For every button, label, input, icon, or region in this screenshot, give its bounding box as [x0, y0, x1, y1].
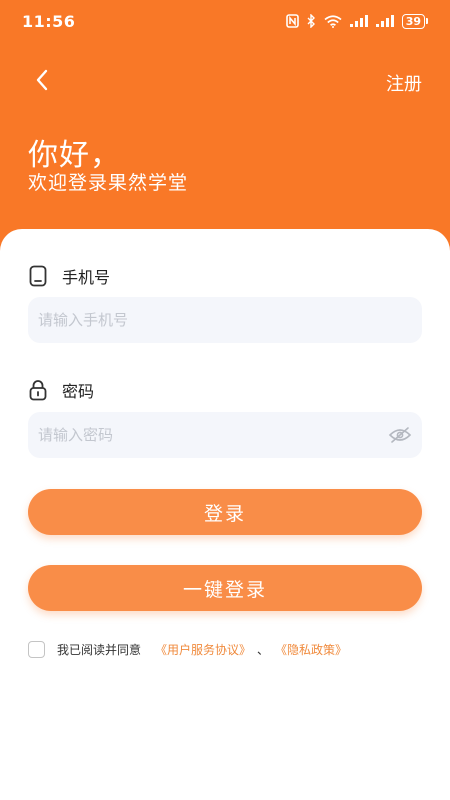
battery-icon: 39	[401, 13, 428, 29]
phone-input[interactable]	[28, 296, 360, 344]
phone-label-text: 手机号	[62, 268, 111, 287]
register-link[interactable]: 注册	[386, 70, 422, 96]
chevron-left-icon	[36, 69, 48, 91]
lock-icon	[29, 380, 47, 401]
wifi-icon	[324, 14, 342, 28]
agreement-prefix: 我已阅读并同意	[57, 643, 142, 657]
password-input[interactable]	[28, 411, 360, 459]
password-input-wrapper	[28, 411, 422, 459]
phone-input-wrapper	[28, 296, 422, 344]
battery-tip	[426, 18, 428, 24]
agreement-separator: 、	[257, 643, 270, 657]
status-time: 11:56	[22, 12, 76, 31]
password-field-label: 密码	[28, 378, 94, 402]
password-label-text: 密码	[62, 382, 95, 401]
back-button[interactable]	[28, 66, 56, 94]
status-bar: 11:56 39	[0, 0, 450, 42]
phone-icon	[29, 265, 47, 287]
login-button[interactable]: 登录	[28, 489, 422, 535]
welcome-subtitle: 欢迎登录果然学堂	[28, 172, 189, 194]
agreement-row: 我已阅读并同意 《用户服务协议》 、 《隐私政策》	[28, 641, 347, 658]
agreement-checkbox[interactable]	[28, 641, 45, 658]
privacy-link[interactable]: 《隐私政策》	[275, 641, 347, 658]
nfc-icon	[285, 14, 299, 28]
one-click-login-button[interactable]: 一键登录	[28, 565, 422, 611]
eye-closed-icon	[388, 427, 412, 443]
status-icons: 39	[285, 12, 428, 30]
bluetooth-icon	[307, 14, 315, 28]
terms-link[interactable]: 《用户服务协议》	[155, 641, 251, 658]
password-visibility-toggle[interactable]	[388, 424, 412, 446]
signal-icon-1	[349, 15, 368, 27]
battery-level: 39	[401, 13, 425, 29]
phone-field-label: 手机号	[28, 264, 110, 288]
signal-icon-2	[375, 15, 394, 27]
